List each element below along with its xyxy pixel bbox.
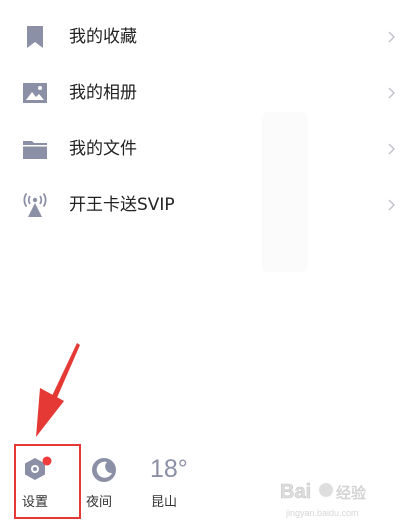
chevron-right-icon	[388, 199, 396, 211]
menu-item-label: 开王卡送SVIP	[69, 195, 175, 215]
weather-city: 昆山	[151, 495, 178, 510]
night-mode-label: 夜间	[86, 495, 113, 510]
watermark-logo: Bai 经验 jingyan.baidu.com	[280, 481, 367, 518]
chevron-right-icon	[388, 87, 396, 99]
weather-temperature: 18°	[150, 455, 188, 483]
side-menu-screen: 我的收藏 我的相册 我的文件 开王卡送SVIP 设置 夜间 18° 昆山 Bai…	[0, 0, 409, 528]
weather-widget[interactable]: 18° 昆山	[150, 446, 210, 516]
svg-text:Bai: Bai	[280, 481, 311, 503]
menu-item-label: 我的相册	[69, 83, 137, 103]
menu-list: 我的收藏 我的相册 我的文件 开王卡送SVIP	[0, 9, 409, 233]
image-icon	[23, 83, 47, 103]
chevron-right-icon	[388, 143, 396, 155]
menu-item-wangka-svip[interactable]: 开王卡送SVIP	[0, 177, 409, 233]
menu-item-files[interactable]: 我的文件	[0, 121, 409, 177]
menu-item-album[interactable]: 我的相册	[0, 65, 409, 121]
night-mode-button[interactable]: 夜间	[83, 446, 133, 516]
svg-text:经验: 经验	[336, 484, 366, 502]
moon-icon	[92, 458, 116, 482]
menu-item-label: 我的收藏	[69, 27, 137, 47]
folder-icon	[23, 141, 47, 159]
bookmark-icon	[27, 26, 43, 48]
chevron-right-icon	[388, 31, 396, 43]
annotation-highlight-box	[14, 444, 81, 519]
signal-tower-icon	[23, 192, 47, 217]
svg-text:jingyan.baidu.com: jingyan.baidu.com	[285, 508, 359, 518]
menu-item-favorites[interactable]: 我的收藏	[0, 9, 409, 65]
menu-item-label: 我的文件	[69, 139, 137, 159]
